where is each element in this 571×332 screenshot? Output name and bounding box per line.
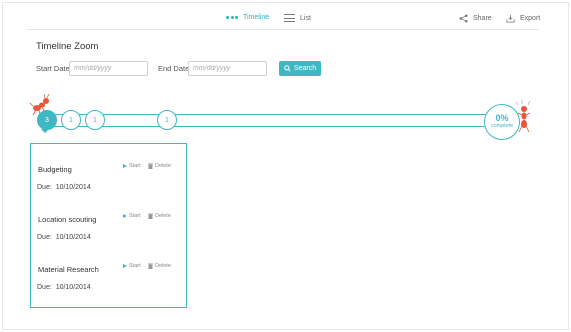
task-item: Budgeting Start Delete Due: 10/10/2014 xyxy=(31,163,186,205)
end-date-label: End Date xyxy=(158,64,190,73)
timeline-node[interactable]: 1 xyxy=(61,110,81,130)
start-date-label: Start Date xyxy=(36,64,70,73)
search-button-label: Search xyxy=(293,65,317,72)
share-label: Share xyxy=(473,15,492,22)
start-label: Start xyxy=(129,263,141,269)
node-count: 1 xyxy=(93,116,97,124)
node-count: 1 xyxy=(165,116,169,124)
completion-label: complete xyxy=(490,123,514,129)
list-tab-label: List xyxy=(300,14,311,22)
timeline-node[interactable]: 1 xyxy=(85,110,105,130)
play-icon xyxy=(123,214,127,218)
play-icon xyxy=(123,264,127,268)
due-date: 10/10/2014 xyxy=(55,234,91,241)
timeline-node[interactable]: 3 xyxy=(37,110,57,130)
delete-label: Delete xyxy=(155,263,171,269)
active-node-pointer xyxy=(41,129,49,133)
due-label: Due: xyxy=(37,234,52,241)
ant-mascot-icon xyxy=(515,100,531,133)
node-count: 3 xyxy=(45,116,49,124)
play-icon xyxy=(123,164,127,168)
due-date: 10/10/2014 xyxy=(55,284,91,291)
share-button[interactable]: Share xyxy=(459,14,492,23)
search-button[interactable]: Search xyxy=(279,61,321,76)
task-due: Due: 10/10/2014 xyxy=(37,284,91,291)
delete-task-button[interactable]: Delete xyxy=(148,163,171,169)
timeline-icon xyxy=(226,16,238,19)
task-panel: Budgeting Start Delete Due: 10/10/2014 L… xyxy=(30,143,187,308)
page-title: Timeline Zoom xyxy=(36,41,99,52)
search-icon xyxy=(284,65,291,72)
due-label: Due: xyxy=(37,284,52,291)
task-due: Due: 10/10/2014 xyxy=(37,234,91,241)
due-date: 10/10/2014 xyxy=(55,184,91,191)
delete-label: Delete xyxy=(155,213,171,219)
task-item: Material Research Start Delete Due: 10/1… xyxy=(31,263,186,305)
timeline-view-tab[interactable]: Timeline xyxy=(226,14,269,21)
export-button[interactable]: Export xyxy=(506,14,540,23)
list-view-tab[interactable]: List xyxy=(284,14,311,22)
trash-icon xyxy=(148,213,153,219)
task-name: Budgeting xyxy=(38,165,72,174)
export-label: Export xyxy=(520,15,541,22)
timeline-tab-label: Timeline xyxy=(243,14,270,21)
trash-icon xyxy=(148,263,153,269)
timeline-node[interactable]: 1 xyxy=(157,110,177,130)
top-bar: Timeline List Share Export xyxy=(27,8,540,30)
completion-percent: 0% xyxy=(495,113,509,123)
delete-label: Delete xyxy=(155,163,171,169)
start-label: Start xyxy=(129,213,141,219)
start-task-button[interactable]: Start xyxy=(123,263,141,269)
task-name: Location scouting xyxy=(38,215,97,224)
share-icon xyxy=(459,14,468,23)
start-date-input[interactable] xyxy=(69,61,148,76)
task-name: Material Research xyxy=(38,265,99,274)
start-task-button[interactable]: Start xyxy=(123,163,141,169)
task-item: Location scouting Start Delete Due: 10/1… xyxy=(31,213,186,255)
trash-icon xyxy=(148,163,153,169)
timeline-track xyxy=(46,114,508,127)
list-icon xyxy=(284,14,295,22)
start-label: Start xyxy=(129,163,141,169)
export-icon xyxy=(506,14,515,23)
end-date-input[interactable] xyxy=(188,61,267,76)
task-due: Due: 10/10/2014 xyxy=(37,184,91,191)
start-task-button[interactable]: Start xyxy=(123,213,141,219)
node-count: 1 xyxy=(69,116,73,124)
due-label: Due: xyxy=(37,184,52,191)
delete-task-button[interactable]: Delete xyxy=(148,263,171,269)
delete-task-button[interactable]: Delete xyxy=(148,213,171,219)
